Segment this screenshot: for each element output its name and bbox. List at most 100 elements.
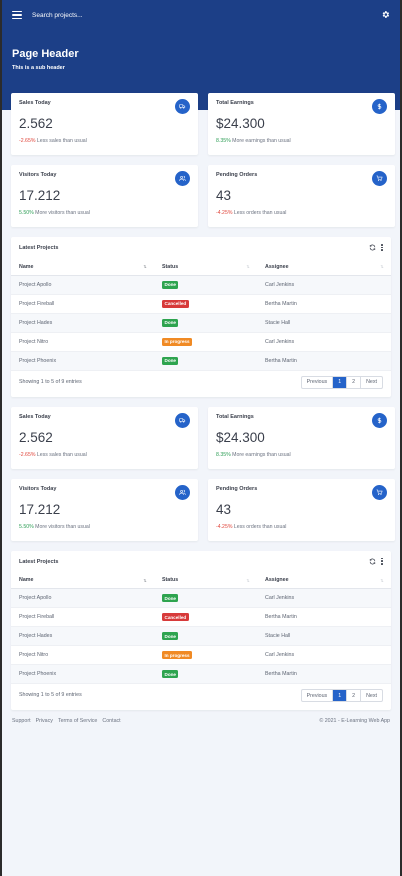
- status-cell: Done: [154, 275, 257, 295]
- footer-link-support[interactable]: Support: [12, 718, 31, 724]
- assignee: Bertha Martin: [257, 294, 391, 314]
- table-header: Latest Projects: [11, 551, 391, 573]
- stat-value: 43: [216, 188, 232, 203]
- menu-icon[interactable]: [12, 11, 22, 19]
- column-header-status[interactable]: Status ↑↓: [154, 572, 257, 589]
- sort-icon: ↑↓: [246, 577, 250, 584]
- status-cell: Cancelled: [154, 607, 257, 627]
- table-row[interactable]: Project Nitro In progress Carl Jenkins: [11, 332, 391, 352]
- stat-value: 17.212: [19, 501, 61, 517]
- stats-grid: Sales Today 2.562 -2.65% Less sales than…: [11, 93, 395, 227]
- copyright: © 2021 - E-Learning Web App: [319, 718, 390, 724]
- page-button[interactable]: 1: [332, 690, 347, 701]
- dashboard-section: Sales Today 2.562 -2.65% Less sales than…: [11, 93, 395, 397]
- table-row[interactable]: Project Hades Done Stacie Hall: [11, 313, 391, 333]
- assignee: Carl Jenkins: [257, 275, 391, 295]
- column-label: Assignee: [265, 577, 289, 584]
- truck-icon: [175, 412, 190, 428]
- project-name: Project Fireball: [11, 607, 154, 627]
- status-badge: In progress: [162, 651, 193, 659]
- projects-table-card: Latest Projects Name ↑↓ Status ↑↓ Assignee…: [11, 550, 391, 710]
- table-row[interactable]: Project Phoenix Done Bertha Martin: [11, 351, 391, 371]
- stat-title: Visitors Today: [19, 485, 57, 492]
- status-cell: In progress: [154, 332, 257, 352]
- more-options-icon[interactable]: [381, 557, 383, 565]
- table-actions: [369, 244, 383, 251]
- column-header-name[interactable]: Name ↑↓: [11, 572, 154, 589]
- footer-link-terms-of-service[interactable]: Terms of Service: [58, 718, 97, 724]
- stats-grid: Sales Today 2.562 -2.65% Less sales than…: [11, 406, 395, 541]
- status-cell: Done: [154, 626, 257, 646]
- stat-title: Pending Orders: [216, 172, 258, 178]
- table-row[interactable]: Project Fireball Cancelled Bertha Martin: [11, 607, 391, 627]
- stat-change: 5.50%: [19, 523, 34, 530]
- pagination: Previous 1 2 Next: [300, 689, 383, 702]
- column-header-assignee[interactable]: Assignee ↑↓: [257, 259, 391, 276]
- projects-table: Name ↑↓ Status ↑↓ Assignee ↑↓ Project Apoll…: [11, 572, 391, 684]
- refresh-icon[interactable]: [369, 244, 376, 251]
- project-name: Project Nitro: [11, 332, 154, 352]
- stat-note-text: More visitors than usual: [33, 210, 90, 216]
- stat-change: -4.25%: [216, 523, 233, 530]
- next-page-button[interactable]: Next: [360, 690, 382, 701]
- status-cell: Done: [154, 664, 257, 684]
- assignee: Bertha Martin: [257, 351, 391, 371]
- stat-card: Visitors Today 17.212 5.50% More visitor…: [11, 478, 198, 541]
- stat-note-text: More earnings than usual: [230, 451, 291, 458]
- assignee: Stacie Hall: [257, 313, 391, 333]
- table-row[interactable]: Project Phoenix Done Bertha Martin: [11, 664, 391, 684]
- column-label: Status: [162, 263, 179, 270]
- assignee: Bertha Martin: [257, 607, 391, 627]
- stat-note: -4.25% Less orders than usual: [216, 524, 387, 530]
- search-input[interactable]: [32, 11, 182, 19]
- status-badge: Done: [162, 670, 179, 678]
- status-badge: Cancelled: [162, 613, 189, 621]
- stat-note: -2.65% Less sales than usual: [19, 452, 190, 458]
- table-footer: Showing 1 to 5 of 9 entries Previous 1 2 Ne…: [11, 684, 391, 706]
- main-content: Sales Today 2.562 -2.65% Less sales than…: [2, 93, 400, 710]
- status-cell: Cancelled: [154, 294, 257, 314]
- stat-note-text: Less sales than usual: [35, 451, 87, 458]
- page-button[interactable]: 2: [346, 376, 360, 388]
- column-label: Status: [162, 577, 179, 584]
- more-options-icon[interactable]: [381, 244, 383, 251]
- table-footer: Showing 1 to 5 of 9 entries Previous 1 2 Ne…: [11, 371, 391, 393]
- dollar-icon: [372, 412, 387, 428]
- column-header-assignee[interactable]: Assignee ↑↓: [257, 572, 391, 589]
- status-badge: Cancelled: [162, 299, 189, 308]
- footer: Support Privacy Terms of Service Contact © …: [12, 718, 390, 724]
- entries-info: Showing 1 to 5 of 9 entries: [19, 378, 82, 385]
- table-row[interactable]: Project Apollo Done Carl Jenkins: [11, 275, 391, 295]
- table-row[interactable]: Project Hades Done Stacie Hall: [11, 626, 391, 646]
- cart-icon: [372, 171, 387, 186]
- stat-note-text: More earnings than usual: [230, 138, 291, 144]
- footer-link-contact[interactable]: Contact: [102, 718, 120, 724]
- stat-note: -4.25% Less orders than usual: [216, 210, 387, 216]
- stat-value: 43: [216, 501, 232, 517]
- column-header-name[interactable]: Name ↑↓: [11, 259, 154, 276]
- page-button[interactable]: 2: [346, 690, 360, 701]
- table-row[interactable]: Project Apollo Done Carl Jenkins: [11, 588, 391, 608]
- column-label: Name: [19, 577, 34, 584]
- previous-page-button[interactable]: Previous: [302, 690, 333, 701]
- page-button[interactable]: 1: [332, 376, 347, 388]
- status-cell: Done: [154, 351, 257, 371]
- stat-note-text: Less orders than usual: [232, 523, 287, 530]
- table-row[interactable]: Project Nitro In progress Carl Jenkins: [11, 645, 391, 665]
- assignee: Carl Jenkins: [257, 588, 391, 608]
- table-row[interactable]: Project Fireball Cancelled Bertha Martin: [11, 294, 391, 314]
- projects-table: Name ↑↓ Status ↑↓ Assignee ↑↓ Project Apoll…: [11, 259, 391, 371]
- next-page-button[interactable]: Next: [360, 376, 382, 388]
- page-subtitle: This is a sub header: [12, 65, 65, 71]
- column-header-status[interactable]: Status ↑↓: [154, 259, 257, 276]
- footer-link-privacy[interactable]: Privacy: [36, 718, 53, 724]
- project-name: Project Apollo: [11, 588, 154, 608]
- entries-info: Showing 1 to 5 of 9 entries: [19, 692, 82, 698]
- refresh-icon[interactable]: [369, 558, 376, 565]
- stat-value: 2.562: [19, 429, 53, 445]
- previous-page-button[interactable]: Previous: [302, 377, 333, 388]
- stat-card: Sales Today 2.562 -2.65% Less sales than…: [11, 406, 198, 469]
- gear-icon[interactable]: [381, 10, 390, 19]
- users-icon: [175, 171, 190, 186]
- sort-icon: ↑↓: [143, 264, 147, 270]
